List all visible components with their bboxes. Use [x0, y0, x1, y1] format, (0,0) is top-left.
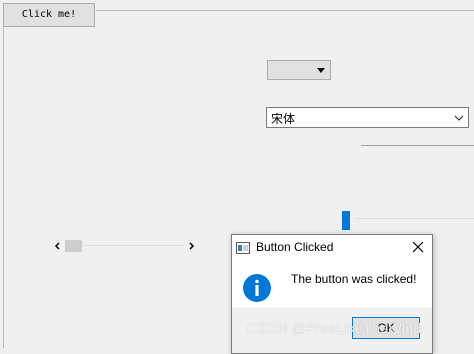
- close-icon[interactable]: [408, 238, 428, 256]
- scrollbar-thumb[interactable]: [65, 240, 82, 252]
- horizontal-scrollbar[interactable]: [51, 238, 198, 254]
- scroll-right-arrow-icon[interactable]: [184, 238, 198, 254]
- message-dialog: Button Clicked The button was clicked! O…: [231, 234, 433, 354]
- dialog-message: The button was clicked!: [291, 272, 417, 286]
- font-combo-value: 宋体: [271, 112, 296, 126]
- dialog-title-bar[interactable]: Button Clicked: [232, 235, 432, 260]
- watermark-text: CSDN @FreeLikeTheWind.: [247, 320, 426, 336]
- info-icon: [242, 273, 272, 308]
- chevron-down-icon: [454, 111, 464, 129]
- window-app-icon: [236, 241, 250, 259]
- frame-left-border: [3, 28, 4, 348]
- scroll-left-arrow-icon[interactable]: [51, 238, 65, 254]
- slider-handle[interactable]: [342, 211, 350, 230]
- click-me-button[interactable]: Click me!: [3, 3, 95, 27]
- horizontal-separator: [361, 145, 474, 146]
- dialog-title: Button Clicked: [256, 240, 334, 254]
- dropdown-arrow-icon: [317, 68, 325, 73]
- frame-top-border: [96, 10, 474, 11]
- font-combo-box[interactable]: 宋体: [266, 107, 469, 128]
- scrollbar-track[interactable]: [65, 245, 184, 246]
- empty-combo-box[interactable]: [267, 60, 331, 80]
- slider-track[interactable]: [354, 218, 474, 219]
